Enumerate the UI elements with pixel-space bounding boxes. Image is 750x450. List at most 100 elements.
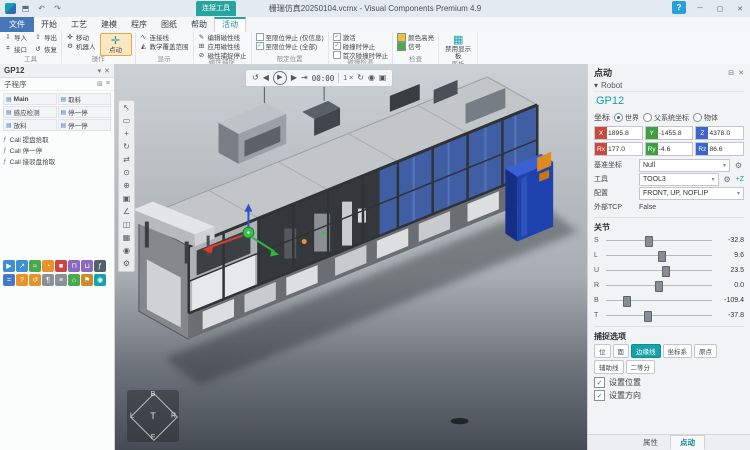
close-icon[interactable]: ✕: [738, 69, 744, 77]
ribbon-button-颜色高亮[interactable]: 颜色高亮: [396, 33, 435, 41]
subroutine-感应检测[interactable]: ▤感应检测: [3, 106, 57, 118]
grid-icon[interactable]: ▦: [123, 233, 131, 243]
ptp-motion-icon[interactable]: ▶: [3, 260, 15, 272]
close-icon[interactable]: ✕: [104, 67, 110, 75]
zoom-icon[interactable]: ⊕: [123, 181, 130, 191]
playback-speed[interactable]: 1 ×: [343, 75, 353, 82]
reset-icon[interactable]: ↺: [252, 71, 259, 85]
ribbon-check-首次碰撞时停止[interactable]: 首次碰撞时停止: [332, 51, 390, 59]
collapse-icon[interactable]: ▾: [98, 67, 102, 75]
undo-icon[interactable]: ↶: [35, 2, 48, 15]
ribbon-tab-图纸[interactable]: 图纸: [154, 17, 184, 32]
ribbon-tab-帮助[interactable]: 帮助: [184, 17, 214, 32]
minimize-button[interactable]: ─: [690, 1, 710, 17]
viewport-3d[interactable]: ↺◀▶▶⇥00:001 ×↻◉▣ ↖▭+↻⇄⊙⊕▣∠◫▦◉⚙ B L T R F: [115, 64, 587, 450]
rotate-tool-icon[interactable]: ↻: [123, 142, 130, 152]
release-icon[interactable]: ⊔: [81, 260, 93, 272]
snap-button-二等分[interactable]: 二等分: [626, 360, 656, 374]
field-dropdown[interactable]: Null▾: [639, 159, 730, 172]
panel-tab-点动[interactable]: 点动: [670, 435, 705, 450]
view-cube-back[interactable]: B: [151, 391, 156, 398]
comment-icon[interactable]: ¶: [42, 274, 54, 286]
joint-slider-handle[interactable]: [644, 311, 652, 322]
ribbon-button-禁用显示板[interactable]: ▦禁用显示板: [442, 33, 474, 61]
orbit-icon[interactable]: ⊙: [123, 168, 130, 178]
ribbon-tab-活动[interactable]: 活动: [214, 17, 246, 32]
while-icon[interactable]: ↺: [29, 274, 41, 286]
redo-icon[interactable]: ↷: [51, 2, 64, 15]
gear-icon[interactable]: ⚙: [733, 161, 744, 170]
joint-slider[interactable]: [606, 296, 712, 305]
joint-slider-handle[interactable]: [658, 251, 666, 262]
print-icon[interactable]: ≡: [55, 274, 67, 286]
measure-icon[interactable]: ∠: [123, 207, 130, 217]
maximize-button[interactable]: ▢: [710, 1, 730, 17]
ribbon-tab-程序[interactable]: 程序: [124, 17, 154, 32]
radio-物体[interactable]: 物体: [693, 113, 718, 123]
signal-icon[interactable]: ⚑: [81, 274, 93, 286]
move-tool-icon[interactable]: +: [124, 129, 129, 139]
coordinate-Rz[interactable]: Rz86.6: [695, 142, 744, 156]
ribbon-button-导出[interactable]: ⇧导出: [33, 33, 58, 41]
ribbon-button-教学覆盖范围[interactable]: ◭教学覆盖范围: [139, 42, 190, 50]
wait-signal-icon[interactable]: ◉: [94, 274, 106, 286]
joint-slider[interactable]: [606, 251, 712, 260]
ribbon-tab-建模[interactable]: 建模: [94, 17, 124, 32]
radio-父系统坐标[interactable]: 父系统坐标: [643, 113, 689, 123]
joint-slider-handle[interactable]: [623, 296, 631, 307]
area-select-icon[interactable]: ▭: [123, 116, 131, 126]
ribbon-check-激活[interactable]: ✓激活: [332, 33, 390, 41]
step-back-icon[interactable]: ◀: [263, 71, 269, 85]
ribbon-check-碰撞时停止[interactable]: ✓碰撞时停止: [332, 42, 390, 50]
ribbon-tab-开始[interactable]: 开始: [34, 17, 64, 32]
snap-button-原点[interactable]: 原点: [694, 344, 717, 358]
subroutine-放料[interactable]: ▤放料: [3, 119, 57, 131]
loop-icon[interactable]: ↻: [357, 71, 364, 85]
ribbon-button-编辑磁性线[interactable]: ✎编辑磁性线: [197, 33, 248, 41]
ribbon-button-移动[interactable]: ✜移动: [65, 33, 97, 41]
call-icon[interactable]: ƒ: [94, 260, 106, 272]
record-icon[interactable]: ◉: [368, 71, 375, 85]
path-icon[interactable]: ≈: [29, 260, 41, 272]
ribbon-button-机器人[interactable]: ⚙机器人: [65, 42, 97, 50]
snap-button-面[interactable]: 面: [613, 344, 630, 358]
snap-button-辅助线[interactable]: 辅助线: [594, 360, 624, 374]
subroutine-停一停[interactable]: ▤停一停: [58, 119, 112, 131]
radio-世界[interactable]: 世界: [614, 113, 639, 123]
call-statement[interactable]: ƒCall 停一停: [3, 145, 111, 155]
gear-icon[interactable]: ⚙: [722, 175, 733, 184]
coordinate-Y[interactable]: Y-1455.8: [645, 126, 694, 140]
settings-icon[interactable]: ⚙: [123, 259, 130, 269]
field-dropdown[interactable]: FRONT, UP, NOFLIP▾: [639, 187, 744, 200]
snap-button-坐标系[interactable]: 坐标系: [663, 344, 693, 358]
help-icon[interactable]: ?: [672, 1, 686, 14]
ribbon-check-至限位停止 (仅信息)[interactable]: 至限位停止 (仅信息): [255, 33, 325, 41]
skip-end-icon[interactable]: ⇥: [301, 71, 308, 85]
coordinate-Ry[interactable]: Ry-4.6: [645, 142, 694, 156]
ribbon-button-点动[interactable]: ✛点动: [100, 33, 132, 56]
pan-icon[interactable]: ⇄: [123, 155, 130, 165]
view-cube-front[interactable]: F: [151, 434, 155, 441]
view-cube-right[interactable]: R: [171, 413, 176, 420]
save-icon[interactable]: ⬒: [19, 2, 32, 15]
ribbon-button-接口[interactable]: ⌗接口: [3, 45, 28, 53]
joint-slider-handle[interactable]: [645, 236, 653, 247]
check-设置位置[interactable]: ✓设置位置: [594, 376, 744, 389]
ribbon-tab-工艺[interactable]: 工艺: [64, 17, 94, 32]
view-cube[interactable]: B L T R F: [127, 390, 179, 442]
ribbon-button-应用磁性线[interactable]: ⊞应用磁性线: [197, 42, 248, 50]
subroutine-取料[interactable]: ▤取料: [58, 93, 112, 105]
ribbon-button-磁性捕捉停止[interactable]: ⊘磁性捕捉停止: [197, 51, 248, 59]
linear-motion-icon[interactable]: ↗: [16, 260, 28, 272]
ribbon-check-至限位停止 (全部)[interactable]: ✓至限位停止 (全部): [255, 42, 325, 50]
camera-icon[interactable]: ◉: [123, 246, 130, 256]
snap-button-边缘线[interactable]: 边缘线: [631, 344, 661, 358]
ribbon-button-信号[interactable]: 信号: [396, 42, 435, 50]
if-icon[interactable]: ?: [16, 274, 28, 286]
routine-menu-icon[interactable]: ≡: [106, 80, 110, 88]
joint-slider[interactable]: [606, 281, 712, 290]
joint-slider[interactable]: [606, 311, 712, 320]
coordinate-Z[interactable]: Z4378.0: [695, 126, 744, 140]
coordinate-Rx[interactable]: Rx177.0: [594, 142, 643, 156]
pin-icon[interactable]: ⊟: [728, 69, 734, 77]
